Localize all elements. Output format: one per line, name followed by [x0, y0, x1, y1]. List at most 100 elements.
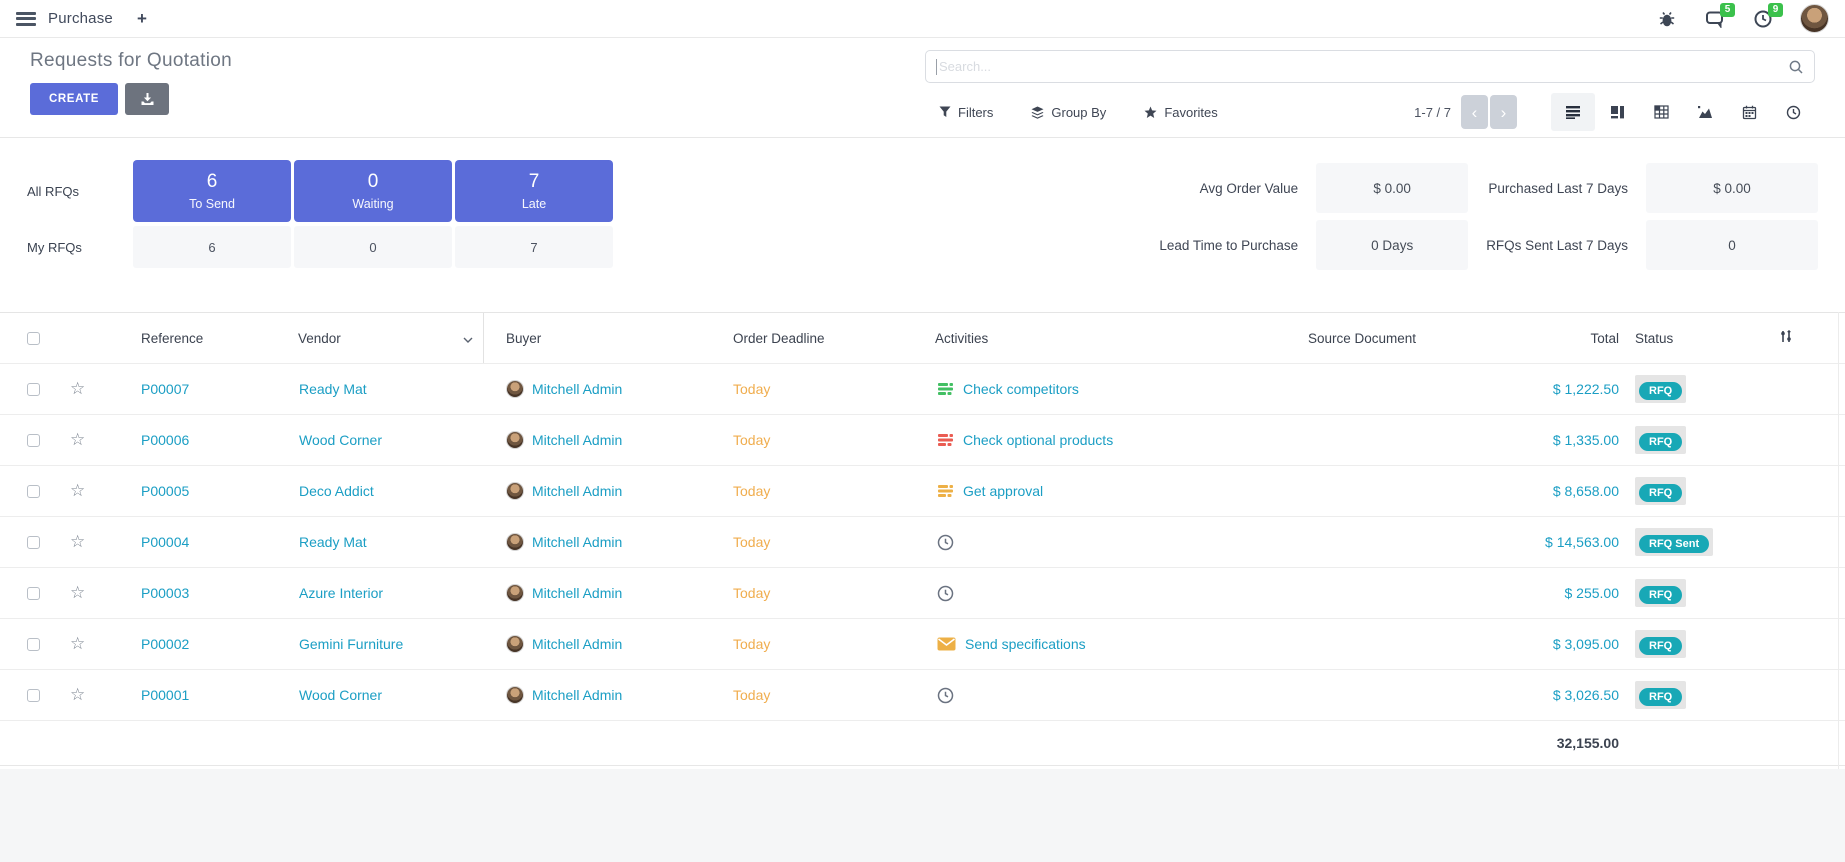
table-row[interactable]: ☆ P00005 Deco Addict Mitchell Admin Toda… [0, 466, 1845, 517]
header-activities[interactable]: Activities [935, 331, 1235, 346]
tile-all-waiting[interactable]: 0 Waiting [294, 160, 452, 222]
row-buyer[interactable]: Mitchell Admin [532, 432, 622, 448]
row-checkbox[interactable] [27, 689, 40, 702]
row-activity-label[interactable]: Get approval [963, 483, 1043, 499]
row-reference[interactable]: P00001 [104, 687, 274, 703]
row-checkbox[interactable] [27, 485, 40, 498]
row-order-deadline[interactable]: Today [709, 483, 935, 499]
row-reference[interactable]: P00002 [104, 636, 274, 652]
list-view-button[interactable] [1551, 93, 1595, 131]
funnel-icon [939, 106, 951, 118]
calendar-view-button[interactable] [1727, 93, 1771, 131]
activities-clock-icon[interactable]: 9 [1752, 8, 1774, 30]
row-activity-label[interactable]: Check optional products [963, 432, 1113, 448]
favorite-star-icon[interactable]: ☆ [70, 685, 85, 704]
search-icon[interactable] [1788, 59, 1804, 75]
pivot-view-button[interactable] [1639, 93, 1683, 131]
row-reference[interactable]: P00004 [104, 534, 274, 550]
new-tab-button[interactable]: + [137, 9, 147, 29]
table-row[interactable]: ☆ P00004 Ready Mat Mitchell Admin Today … [0, 517, 1845, 568]
table-row[interactable]: ☆ P00002 Gemini Furniture Mitchell Admin… [0, 619, 1845, 670]
search-input[interactable]: Search... [925, 50, 1815, 83]
tile-my-to-send[interactable]: 6 [133, 226, 291, 268]
favorite-star-icon[interactable]: ☆ [70, 634, 85, 653]
row-reference[interactable]: P00005 [104, 483, 274, 499]
table-row[interactable]: ☆ P00001 Wood Corner Mitchell Admin Toda… [0, 670, 1845, 721]
kanban-view-button[interactable] [1595, 93, 1639, 131]
favorite-star-icon[interactable]: ☆ [70, 481, 85, 500]
favorite-star-icon[interactable]: ☆ [70, 583, 85, 602]
messages-icon[interactable]: 5 [1704, 8, 1726, 30]
activity-tasks-green-icon[interactable] [937, 382, 954, 396]
row-checkbox[interactable] [27, 434, 40, 447]
row-activity-label[interactable]: Check competitors [963, 381, 1079, 397]
row-vendor[interactable]: Azure Interior [274, 585, 484, 601]
row-checkbox[interactable] [27, 587, 40, 600]
row-vendor[interactable]: Wood Corner [274, 687, 484, 703]
activity-clock-icon[interactable] [937, 534, 954, 551]
activity-clock-icon[interactable] [937, 585, 954, 602]
favorite-star-icon[interactable]: ☆ [70, 379, 85, 398]
row-vendor[interactable]: Wood Corner [274, 432, 484, 448]
row-buyer[interactable]: Mitchell Admin [532, 585, 622, 601]
tile-my-waiting[interactable]: 0 [294, 226, 452, 268]
pager-previous-button[interactable]: ‹ [1461, 95, 1488, 129]
apps-menu-icon[interactable] [16, 12, 36, 26]
header-buyer[interactable]: Buyer [484, 331, 709, 346]
activity-clock-icon[interactable] [937, 687, 954, 704]
header-vendor[interactable]: Vendor [274, 313, 484, 363]
app-name[interactable]: Purchase [48, 10, 113, 27]
row-order-deadline[interactable]: Today [709, 432, 935, 448]
graph-view-button[interactable] [1683, 93, 1727, 131]
row-reference[interactable]: P00003 [104, 585, 274, 601]
select-all-checkbox[interactable] [27, 332, 40, 345]
row-activity-label[interactable]: Send specifications [965, 636, 1086, 652]
header-status[interactable]: Status [1619, 331, 1739, 346]
favorites-button[interactable]: Favorites [1144, 105, 1217, 120]
tile-all-to-send[interactable]: 6 To Send [133, 160, 291, 222]
row-order-deadline[interactable]: Today [709, 687, 935, 703]
optional-columns-icon[interactable] [1779, 329, 1793, 347]
row-order-deadline[interactable]: Today [709, 636, 935, 652]
table-row[interactable]: ☆ P00003 Azure Interior Mitchell Admin T… [0, 568, 1845, 619]
user-avatar[interactable] [1800, 4, 1829, 33]
row-vendor[interactable]: Ready Mat [274, 381, 484, 397]
row-buyer[interactable]: Mitchell Admin [532, 636, 622, 652]
row-order-deadline[interactable]: Today [709, 534, 935, 550]
row-order-deadline[interactable]: Today [709, 381, 935, 397]
header-source-document[interactable]: Source Document [1235, 331, 1489, 346]
row-vendor[interactable]: Ready Mat [274, 534, 484, 550]
header-order-deadline[interactable]: Order Deadline [709, 331, 935, 346]
row-reference[interactable]: P00007 [104, 381, 274, 397]
row-order-deadline[interactable]: Today [709, 585, 935, 601]
row-vendor[interactable]: Deco Addict [274, 483, 484, 499]
create-button[interactable]: CREATE [30, 83, 118, 115]
row-checkbox[interactable] [27, 638, 40, 651]
row-checkbox[interactable] [27, 536, 40, 549]
top-navbar: Purchase + 5 9 [0, 0, 1845, 38]
favorite-star-icon[interactable]: ☆ [70, 430, 85, 449]
row-buyer[interactable]: Mitchell Admin [532, 381, 622, 397]
activity-view-button[interactable] [1771, 93, 1815, 131]
row-vendor[interactable]: Gemini Furniture [274, 636, 484, 652]
filters-button[interactable]: Filters [939, 105, 993, 120]
activity-tasks-yellow-icon[interactable] [937, 484, 954, 498]
table-row[interactable]: ☆ P00007 Ready Mat Mitchell Admin Today … [0, 364, 1845, 415]
favorite-star-icon[interactable]: ☆ [70, 532, 85, 551]
activity-tasks-red-icon[interactable] [937, 433, 954, 447]
row-reference[interactable]: P00006 [104, 432, 274, 448]
row-buyer[interactable]: Mitchell Admin [532, 483, 622, 499]
row-checkbox[interactable] [27, 383, 40, 396]
header-reference[interactable]: Reference [104, 331, 274, 346]
group-by-button[interactable]: Group By [1031, 105, 1106, 120]
row-buyer[interactable]: Mitchell Admin [532, 687, 622, 703]
pager-next-button[interactable]: › [1490, 95, 1517, 129]
tile-all-late[interactable]: 7 Late [455, 160, 613, 222]
header-total[interactable]: Total [1489, 331, 1619, 346]
tile-my-late[interactable]: 7 [455, 226, 613, 268]
table-row[interactable]: ☆ P00006 Wood Corner Mitchell Admin Toda… [0, 415, 1845, 466]
activity-envelope-icon[interactable] [937, 637, 956, 651]
export-button[interactable] [125, 83, 169, 115]
row-buyer[interactable]: Mitchell Admin [532, 534, 622, 550]
debug-bug-icon[interactable] [1656, 8, 1678, 30]
